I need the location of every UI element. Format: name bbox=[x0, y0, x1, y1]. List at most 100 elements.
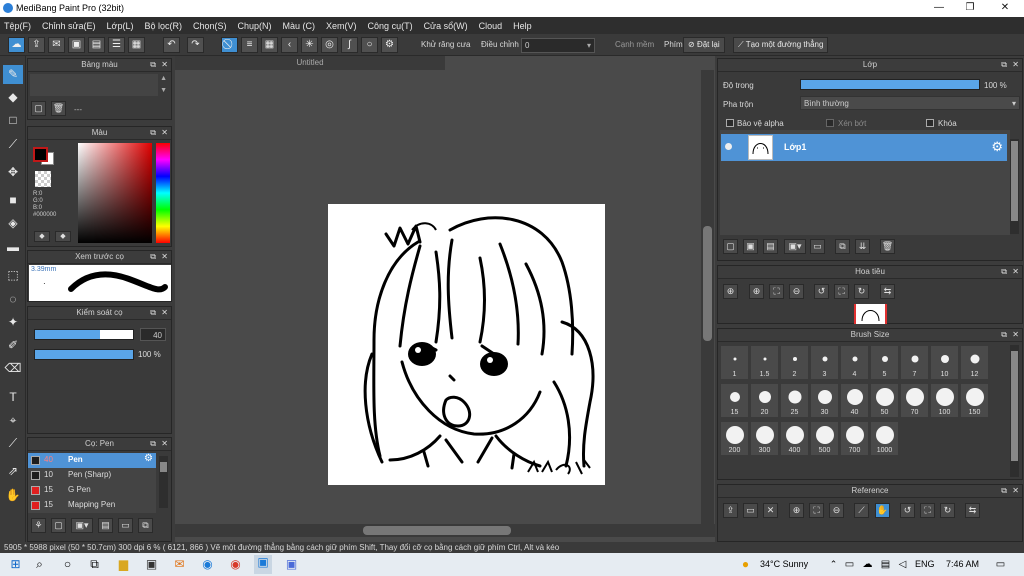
rotate-left-icon[interactable]: ↺ bbox=[900, 503, 915, 518]
gear-icon[interactable]: ⚙ bbox=[144, 453, 153, 464]
move-icon[interactable]: ✥ bbox=[3, 163, 23, 182]
document-icon[interactable]: ▤ bbox=[88, 37, 105, 53]
network-icon[interactable]: ▤ bbox=[878, 557, 893, 572]
task-view-icon[interactable]: ⧉ bbox=[87, 557, 102, 572]
menu-file[interactable]: Tệp(F) bbox=[4, 21, 31, 31]
chevron-up-icon[interactable]: ⌃ bbox=[826, 557, 841, 572]
app-taskbar-icon[interactable]: ▣ bbox=[284, 557, 299, 572]
menu-snap[interactable]: Chụp(N) bbox=[238, 21, 272, 31]
brush-size-cell[interactable]: 1 bbox=[720, 345, 749, 380]
cloud-icon[interactable]: ☁ bbox=[8, 37, 25, 53]
brush-size-cell[interactable]: 200 bbox=[720, 421, 749, 456]
rotate-right-icon[interactable]: ↻ bbox=[854, 284, 869, 299]
brush-size-cell[interactable]: 150 bbox=[960, 383, 989, 418]
reset-button[interactable]: ⊘ Đặt lại bbox=[683, 37, 725, 53]
snap-off-icon[interactable]: ⃠ bbox=[221, 37, 238, 53]
hue-slider[interactable] bbox=[156, 143, 170, 243]
close-icon[interactable]: ✕ bbox=[161, 438, 168, 450]
comment-icon[interactable]: ✉ bbox=[48, 37, 65, 53]
brush-size-value[interactable]: 40 bbox=[140, 328, 166, 341]
select-rect-icon[interactable]: ⬚ bbox=[3, 266, 23, 285]
reset-view-icon[interactable]: ⛶ bbox=[920, 503, 935, 518]
add-brush-icon[interactable]: ⚘ bbox=[31, 518, 46, 533]
blend-mode-select[interactable]: Bình thường ▾ bbox=[800, 96, 1020, 110]
reset-view-icon[interactable]: ⛶ bbox=[834, 284, 849, 299]
vertical-scrollbar[interactable] bbox=[701, 70, 714, 524]
brush-size-cell[interactable]: 1000 bbox=[870, 421, 899, 456]
cloud-icon[interactable]: ☁ bbox=[860, 557, 875, 572]
fit-icon[interactable]: ⛶ bbox=[769, 284, 784, 299]
straight-line-button[interactable]: ⟋ Tạo một đường thẳng bbox=[733, 37, 829, 53]
swap-icon[interactable]: ⇗ bbox=[3, 462, 23, 481]
people-icon[interactable]: ▭ bbox=[842, 557, 857, 572]
flip-icon[interactable]: ⇆ bbox=[880, 284, 895, 299]
lock-checkbox[interactable] bbox=[926, 119, 934, 127]
close-icon[interactable]: ✕ bbox=[1012, 485, 1019, 497]
brush-size-cell[interactable]: 70 bbox=[900, 383, 929, 418]
close-icon[interactable]: ✕ bbox=[161, 251, 168, 263]
menu-layer[interactable]: Lớp(L) bbox=[107, 21, 134, 31]
folder-icon[interactable]: ▭ bbox=[118, 518, 133, 533]
vertical-scroll-thumb[interactable] bbox=[703, 226, 712, 341]
brush-opacity-slider[interactable] bbox=[34, 349, 134, 360]
pen-icon[interactable]: ✎ bbox=[3, 65, 23, 84]
eyedropper-small-icon[interactable]: ◆ bbox=[55, 231, 71, 242]
menu-view[interactable]: Xem(V) bbox=[326, 21, 357, 31]
foreground-color-swatch[interactable] bbox=[33, 147, 48, 162]
curve-snap-icon[interactable]: ∫ bbox=[341, 37, 358, 53]
vanish-snap-icon[interactable]: ‹ bbox=[281, 37, 298, 53]
color-mode-icon[interactable]: ◆ bbox=[34, 231, 50, 242]
close-icon[interactable]: ✕ bbox=[161, 307, 168, 319]
cortana-icon[interactable]: ○ bbox=[60, 557, 75, 572]
close-icon[interactable]: ✕ bbox=[1012, 266, 1019, 278]
brush-size-cell[interactable]: 40 bbox=[840, 383, 869, 418]
brush-size-cell[interactable]: 1.5 bbox=[750, 345, 779, 380]
rectangle-icon[interactable]: □ bbox=[3, 111, 23, 130]
horizontal-scroll-thumb[interactable] bbox=[363, 526, 511, 535]
close-icon[interactable]: ✕ bbox=[1012, 329, 1019, 341]
hand-icon[interactable]: ✋ bbox=[875, 503, 890, 518]
minimize-button[interactable]: — bbox=[924, 1, 954, 15]
file-explorer-icon[interactable]: ▆ bbox=[116, 557, 131, 572]
popout-icon[interactable]: ⧉ bbox=[1001, 266, 1007, 278]
radial-snap-icon[interactable]: ✳ bbox=[301, 37, 318, 53]
brush-size-cell[interactable]: 100 bbox=[930, 383, 959, 418]
language-indicator[interactable]: ENG bbox=[915, 559, 935, 569]
share-icon[interactable]: ⇪ bbox=[28, 37, 45, 53]
zoom-in-icon[interactable]: ⊕ bbox=[789, 503, 804, 518]
brush-row[interactable]: 10 Pen (Sharp) bbox=[28, 468, 156, 483]
brush-list-scrollbar[interactable] bbox=[159, 456, 168, 508]
fit-icon[interactable]: ⛶ bbox=[809, 503, 824, 518]
zoom-in-alt-icon[interactable]: ⊕ bbox=[749, 284, 764, 299]
redo-icon[interactable]: ↷ bbox=[187, 37, 204, 53]
brush-size-cell[interactable]: 15 bbox=[720, 383, 749, 418]
menu-window[interactable]: Cửa sổ(W) bbox=[424, 21, 468, 31]
weather-text[interactable]: 34°C Sunny bbox=[760, 559, 808, 569]
menu-edit[interactable]: Chỉnh sửa(E) bbox=[42, 21, 96, 31]
edge-icon[interactable]: ◉ bbox=[200, 557, 215, 572]
menu-help[interactable]: Help bbox=[513, 21, 532, 31]
hand-icon[interactable]: ✋ bbox=[3, 486, 23, 505]
cloud-upload-icon[interactable]: ⇪ bbox=[723, 503, 738, 518]
brush-size-cell[interactable]: 12 bbox=[960, 345, 989, 380]
ellipse-snap-icon[interactable]: ○ bbox=[361, 37, 378, 53]
trash-icon[interactable]: 🗑 bbox=[51, 101, 66, 116]
lasso-icon[interactable]: ◌ bbox=[3, 290, 23, 309]
brush-menu-icon[interactable]: ▣▾ bbox=[71, 518, 93, 533]
layer-scroll-thumb[interactable] bbox=[1011, 141, 1018, 221]
grid-icon[interactable]: ▦ bbox=[128, 37, 145, 53]
eyedropper-icon[interactable]: ⟋ bbox=[3, 434, 23, 453]
popout-icon[interactable]: ⧉ bbox=[150, 59, 156, 71]
store-icon[interactable]: ▣ bbox=[144, 557, 159, 572]
menu-select[interactable]: Chọn(S) bbox=[193, 21, 227, 31]
new-layer-icon[interactable]: ▢ bbox=[723, 239, 738, 254]
select-pen-icon[interactable]: ✐ bbox=[3, 336, 23, 355]
brush-size-cell[interactable]: 500 bbox=[810, 421, 839, 456]
snap-settings-icon[interactable]: ⚙ bbox=[381, 37, 398, 53]
rotate-right-icon[interactable]: ↻ bbox=[940, 503, 955, 518]
popout-icon[interactable]: ⧉ bbox=[150, 438, 156, 450]
rotate-left-icon[interactable]: ↺ bbox=[814, 284, 829, 299]
brush-row[interactable]: 15 G Pen bbox=[28, 483, 156, 498]
close-icon[interactable]: ✕ bbox=[161, 59, 168, 71]
zoom-out-icon[interactable]: ⊖ bbox=[829, 503, 844, 518]
